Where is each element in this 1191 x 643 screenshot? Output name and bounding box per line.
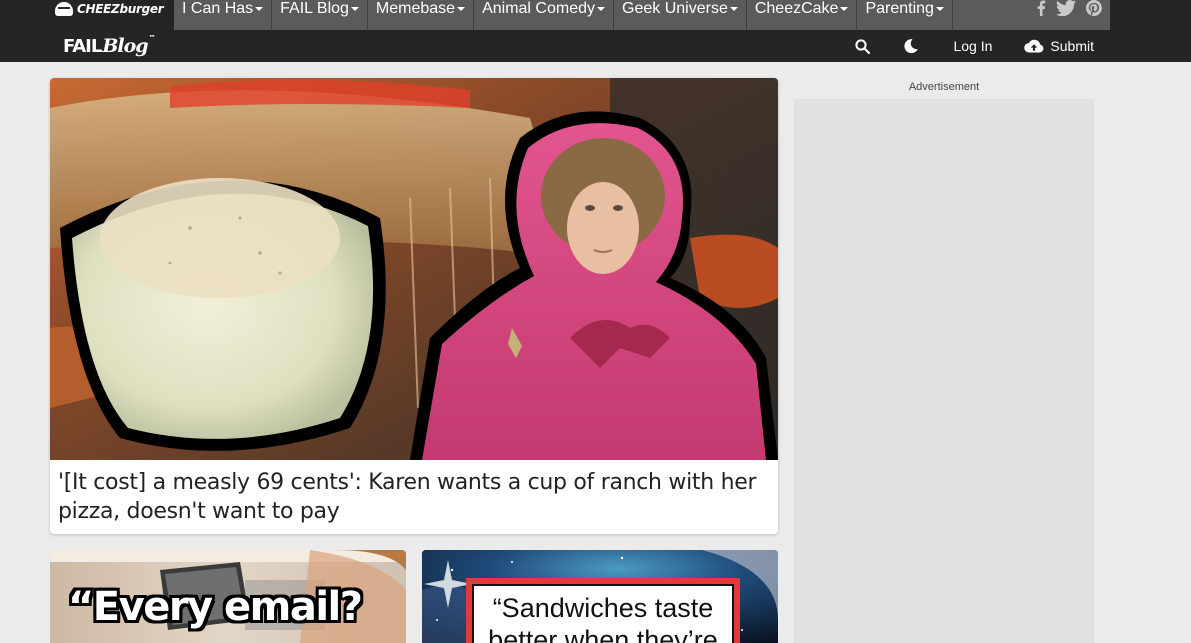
caret-down-icon bbox=[840, 7, 849, 11]
network-item-label: I Can Has bbox=[182, 0, 254, 17]
moon-icon bbox=[904, 39, 919, 54]
featured-article-card[interactable]: '[It cost] a measly 69 cents': Karen wan… bbox=[50, 78, 778, 534]
logo-blog-text: Blog bbox=[102, 35, 148, 57]
dark-mode-toggle[interactable] bbox=[903, 38, 919, 54]
featured-article-title[interactable]: '[It cost] a measly 69 cents': Karen wan… bbox=[58, 468, 763, 526]
submit-button[interactable]: Submit bbox=[1024, 38, 1094, 54]
caret-down-icon bbox=[457, 7, 466, 11]
cloud-upload-icon bbox=[1024, 39, 1044, 53]
login-button[interactable]: Log In bbox=[953, 38, 992, 54]
submit-label: Submit bbox=[1050, 38, 1094, 54]
site-header: FAIL Blog ™ Log In Submit bbox=[0, 30, 1191, 62]
header-actions: Log In Submit bbox=[855, 30, 1094, 62]
network-item-i-can-has[interactable]: I Can Has bbox=[174, 0, 273, 30]
caret-down-icon bbox=[350, 7, 359, 11]
network-item-label: Animal Comedy bbox=[482, 0, 596, 17]
thumbnail-caption-box: “Sandwiches taste better when they’re bbox=[466, 578, 740, 643]
thumbnail-overlay-text: “Sandwiches taste better when they’re bbox=[488, 593, 718, 643]
caret-down-icon bbox=[255, 7, 264, 11]
network-item-label: FAIL Blog bbox=[280, 0, 349, 17]
cheezburger-wordmark: CHEEZburger bbox=[77, 2, 164, 16]
caret-down-icon bbox=[935, 7, 944, 11]
network-item-cheezcake[interactable]: CheezCake bbox=[747, 0, 858, 30]
logo-fail-text: FAIL bbox=[63, 35, 102, 57]
advertisement-label: Advertisement bbox=[908, 81, 980, 93]
network-item-geek-universe[interactable]: Geek Universe bbox=[614, 0, 747, 30]
trademark-mark: ™ bbox=[148, 34, 156, 42]
caret-down-icon bbox=[597, 7, 606, 11]
facebook-icon[interactable] bbox=[1036, 0, 1046, 16]
network-bar: CHEEZburger I Can Has FAIL Blog Memebase… bbox=[0, 0, 1191, 30]
network-item-parenting[interactable]: Parenting bbox=[857, 0, 953, 30]
network-item-fail-blog[interactable]: FAIL Blog bbox=[272, 0, 368, 30]
cheezburger-logo[interactable]: CHEEZburger bbox=[55, 0, 164, 18]
network-item-label: Memebase bbox=[375, 0, 456, 17]
advertisement-slot bbox=[794, 99, 1094, 643]
login-label: Log In bbox=[953, 38, 993, 54]
caret-down-icon bbox=[729, 7, 738, 11]
network-item-label: Parenting bbox=[865, 0, 934, 17]
failblog-logo[interactable]: FAIL Blog ™ bbox=[63, 32, 156, 60]
search-button[interactable] bbox=[855, 38, 871, 54]
network-item-label: Geek Universe bbox=[622, 0, 728, 17]
cheezburger-hat-icon bbox=[55, 2, 73, 16]
article-card[interactable]: “Sandwiches taste better when they’re bbox=[422, 550, 778, 643]
network-item-animal-comedy[interactable]: Animal Comedy bbox=[474, 0, 615, 30]
network-nav: I Can Has FAIL Blog Memebase Animal Come… bbox=[174, 0, 1110, 30]
pinterest-icon[interactable] bbox=[1086, 0, 1102, 16]
twitter-icon[interactable] bbox=[1056, 0, 1076, 16]
search-icon bbox=[855, 38, 871, 54]
social-links bbox=[1036, 0, 1102, 16]
network-item-memebase[interactable]: Memebase bbox=[368, 0, 475, 30]
article-card[interactable]: “Every email? bbox=[50, 550, 406, 643]
thumbnail-overlay-text: “Every email? bbox=[68, 584, 363, 630]
featured-article-image bbox=[50, 78, 778, 460]
network-item-label: CheezCake bbox=[754, 0, 839, 17]
